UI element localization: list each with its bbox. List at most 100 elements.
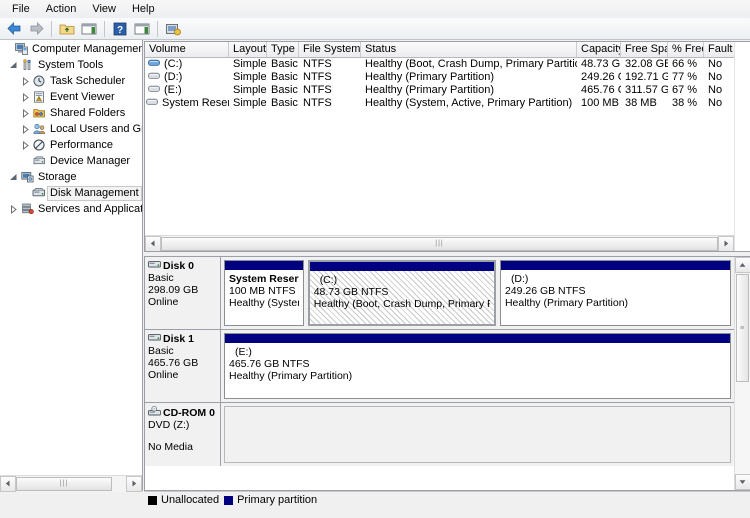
expander-collapsed[interactable] [20, 124, 31, 134]
properties-icon[interactable] [132, 19, 152, 38]
tree-item-storage[interactable]: Storage [0, 169, 142, 185]
tree-item-computer-management[interactable]: Computer Management (Local [0, 41, 142, 57]
scroll-thumb[interactable]: ||| [161, 236, 718, 251]
scroll-up-button[interactable] [734, 257, 750, 273]
cell-layout: Simple [233, 97, 267, 109]
expander-expanded[interactable] [8, 173, 19, 182]
forward-icon[interactable] [26, 19, 46, 38]
cell-status: Healthy (Boot, Crash Dump, Primary Parti… [365, 58, 577, 70]
tree-item-performance[interactable]: Performance [0, 137, 142, 153]
expander-expanded[interactable] [8, 61, 19, 70]
expander-collapsed[interactable] [8, 204, 19, 214]
cdrom-icon [148, 405, 161, 419]
legend-label: Unallocated [161, 494, 220, 506]
partition-system-reserved[interactable]: System Reserve 100 MB NTFS Healthy (Syst… [224, 260, 304, 326]
volume-list-vertical-scroll-gutter[interactable] [734, 42, 750, 251]
column-header-status[interactable]: Status [361, 42, 577, 57]
help-icon[interactable]: ? [110, 19, 130, 38]
column-header-type[interactable]: Type [267, 42, 299, 57]
partition-strip-disk-0: System Reserve 100 MB NTFS Healthy (Syst… [221, 257, 734, 329]
partition-strip-disk-1: (E:) 465.76 GB NTFS Healthy (Primary Par… [221, 330, 734, 402]
services-icon [19, 203, 35, 215]
scroll-right-button[interactable] [126, 475, 142, 492]
scroll-track[interactable]: ≡ [734, 273, 750, 474]
cdrom-media-area[interactable] [221, 403, 734, 466]
menu-help[interactable]: Help [124, 1, 163, 17]
disk-info-disk-0[interactable]: Disk 0 Basic 298.09 GB Online [145, 257, 221, 329]
menu-view[interactable]: View [84, 1, 124, 17]
partition-name: (C:) [319, 274, 338, 286]
toolbar-separator [51, 20, 52, 37]
table-row[interactable]: (D:) Simple Basic NTFS Healthy (Primary … [145, 71, 734, 84]
cell-volume[interactable]: (E:) [145, 84, 229, 97]
cell-capacity: 48.73 GB [581, 58, 621, 70]
tree-item-label: Performance [50, 139, 113, 151]
disk-map-vertical-scrollbar[interactable]: ≡ [734, 257, 750, 490]
tree-item-services-and-applications[interactable]: Services and Applications [0, 201, 142, 217]
unallocated-swatch [148, 495, 157, 505]
tree-item-disk-management[interactable]: Disk Management [0, 185, 142, 201]
partition-body: System Reserve 100 MB NTFS Healthy (Syst… [225, 270, 303, 325]
scroll-left-button[interactable] [145, 235, 161, 251]
table-row[interactable]: (E:) Simple Basic NTFS Healthy (Primary … [145, 84, 734, 97]
toolbar-separator-2 [104, 20, 105, 37]
column-header-free-space[interactable]: Free Space [621, 42, 668, 57]
cell-volume[interactable]: (C:) [145, 58, 229, 71]
partition-e[interactable]: (E:) 465.76 GB NTFS Healthy (Primary Par… [224, 333, 731, 399]
scroll-left-button[interactable] [0, 475, 16, 492]
scroll-right-button[interactable] [718, 235, 734, 251]
tree-item-task-scheduler[interactable]: Task Scheduler [0, 73, 142, 89]
partition-size-fs: 100 MB NTFS [229, 285, 296, 297]
tree-item-label: Device Manager [50, 155, 131, 167]
scroll-down-button[interactable] [734, 474, 750, 490]
rescan-disks-icon[interactable] [163, 19, 183, 38]
expander-collapsed[interactable] [20, 76, 31, 86]
cell-file-system: NTFS [303, 71, 332, 83]
column-header-file-system[interactable]: File System [299, 42, 361, 57]
back-icon[interactable] [4, 19, 24, 38]
column-header-fault-tolerance[interactable]: Fault Toleranc [704, 42, 734, 57]
expander-collapsed[interactable] [20, 92, 31, 102]
disk-info-disk-1[interactable]: Disk 1 Basic 465.76 GB Online [145, 330, 221, 402]
cell-free-space: 32.08 GB [625, 58, 668, 70]
partition-d[interactable]: (D:) 249.26 GB NTFS Healthy (Primary Par… [499, 260, 731, 326]
column-header-layout[interactable]: Layout [229, 42, 267, 57]
volume-list-view[interactable]: Volume Layout Type File System Status Ca… [144, 41, 750, 252]
table-row[interactable]: (C:) Simple Basic NTFS Healthy (Boot, Cr… [145, 58, 734, 71]
disk-management-icon [31, 187, 47, 199]
menu-file[interactable]: File [4, 1, 38, 17]
tree-item-system-tools[interactable]: System Tools [0, 57, 142, 73]
tree-item-device-manager[interactable]: Device Manager [0, 153, 142, 169]
scroll-track[interactable]: ||| [161, 235, 718, 251]
volume-list-header[interactable]: Volume Layout Type File System Status Ca… [145, 42, 734, 58]
scroll-track[interactable]: ||| [16, 475, 126, 492]
disk-row-disk-0[interactable]: Disk 0 Basic 298.09 GB Online System Res… [145, 257, 734, 330]
disk-map-pane[interactable]: Disk 0 Basic 298.09 GB Online System Res… [144, 256, 750, 491]
disk-info-cdrom-0[interactable]: CD-ROM 0 DVD (Z:) No Media [145, 403, 221, 466]
expander-collapsed[interactable] [20, 140, 31, 150]
cell-volume[interactable]: (D:) [145, 71, 229, 84]
column-header-volume[interactable]: Volume [145, 42, 229, 57]
console-tree[interactable]: Computer Management (Local [0, 40, 142, 475]
show-hide-console-tree-icon[interactable] [79, 19, 99, 38]
cell-volume[interactable]: System Reserved [145, 97, 229, 110]
volume-icon-active [148, 58, 160, 71]
menu-action[interactable]: Action [38, 1, 85, 17]
disk-row-cdrom-0[interactable]: CD-ROM 0 DVD (Z:) No Media [145, 403, 734, 466]
table-row[interactable]: System Reserved Simple Basic NTFS Health… [145, 97, 734, 110]
cell-layout: Simple [233, 58, 267, 70]
expander-collapsed[interactable] [20, 108, 31, 118]
thumb-grip: ≡ [739, 324, 745, 332]
column-header-percent-free[interactable]: % Free [668, 42, 704, 57]
scroll-thumb[interactable]: ≡ [735, 274, 749, 382]
column-header-capacity[interactable]: Capacity [577, 42, 621, 57]
tree-horizontal-scrollbar[interactable]: ||| [0, 475, 142, 492]
volume-list-horizontal-scrollbar[interactable]: ||| [145, 235, 734, 251]
tree-item-event-viewer[interactable]: Event Viewer [0, 89, 142, 105]
up-folder-icon[interactable] [57, 19, 77, 38]
scroll-thumb[interactable]: ||| [16, 476, 112, 491]
disk-row-disk-1[interactable]: Disk 1 Basic 465.76 GB Online (E:) 465.7… [145, 330, 734, 403]
tree-item-shared-folders[interactable]: Shared Folders [0, 105, 142, 121]
partition-c[interactable]: (C:) 48.73 GB NTFS Healthy (Boot, Crash … [307, 260, 496, 326]
tree-item-local-users-and-groups[interactable]: Local Users and Groups [0, 121, 142, 137]
